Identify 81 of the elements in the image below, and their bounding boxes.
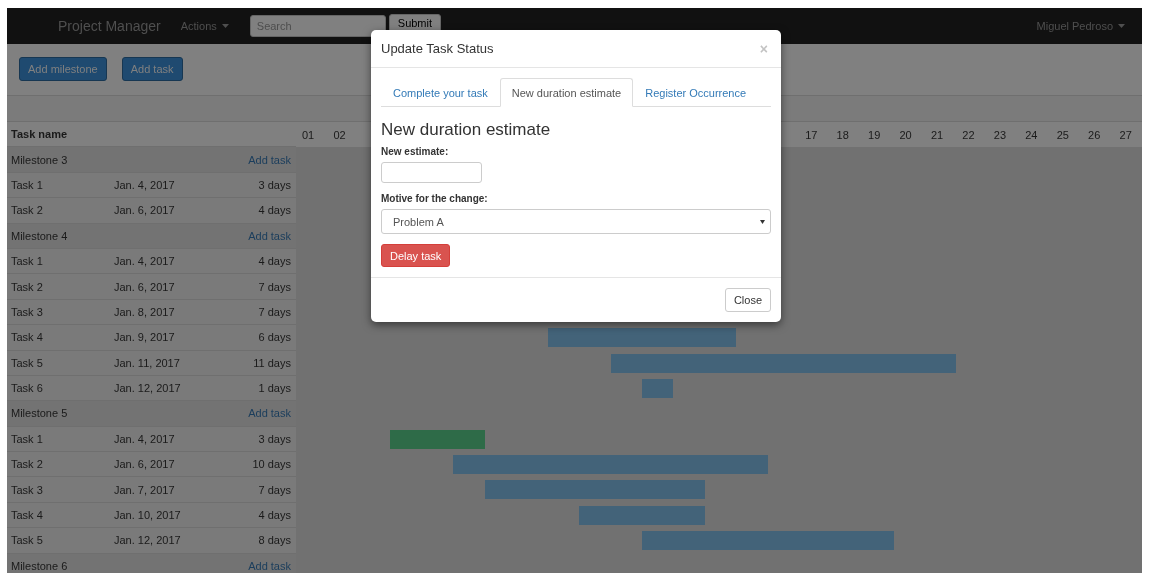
day-label: 27 — [1119, 128, 1132, 141]
task-name: Task 5 — [11, 356, 44, 369]
task-duration: 6 days — [258, 331, 291, 344]
task-date: Jan. 6, 2017 — [114, 204, 176, 217]
task-date: Jan. 11, 2017 — [114, 356, 181, 369]
user-menu[interactable]: Miguel Pedroso — [1036, 20, 1125, 32]
add-task-link[interactable]: Add task — [248, 559, 291, 572]
tab[interactable]: Register Occurrence — [633, 78, 759, 107]
milestone-name: Milestone 4 — [11, 229, 69, 242]
milestone-name: Milestone 3 — [11, 153, 69, 166]
task-date: Jan. 8, 2017 — [114, 305, 176, 318]
section-heading: New duration estimate — [381, 120, 552, 140]
actions-menu[interactable]: Actions — [180, 20, 229, 32]
task-name: Task 6 — [11, 382, 44, 395]
task-name: Task 1 — [11, 255, 44, 268]
tab[interactable]: New duration estimate — [499, 78, 634, 107]
task-name: Task 1 — [11, 432, 44, 445]
task-duration: 10 days — [252, 458, 291, 471]
task-name: Task 1 — [11, 178, 44, 191]
task-name: Task 4 — [11, 509, 44, 522]
task-name: Task 3 — [11, 305, 44, 318]
day-label: 01 — [302, 128, 315, 141]
task-date: Jan. 6, 2017 — [114, 458, 176, 471]
task-duration: 1 days — [258, 382, 291, 395]
task-duration: 4 days — [258, 509, 291, 522]
task-name: Task 2 — [11, 458, 44, 471]
task-name: Task 2 — [11, 280, 44, 293]
toolbar-button[interactable]: Add milestone — [19, 57, 107, 81]
add-task-link[interactable]: Add task — [248, 229, 291, 242]
input-field[interactable] — [381, 162, 482, 183]
day-label: 22 — [962, 128, 975, 141]
task-date: Jan. 7, 2017 — [114, 483, 176, 496]
toolbar-button[interactable]: Add task — [121, 57, 183, 81]
field-label: Motive for the change: — [381, 193, 489, 204]
column-header: Task name — [11, 128, 68, 141]
day-label: 17 — [805, 128, 818, 141]
task-name: Task 2 — [11, 204, 44, 217]
task-name: Task 4 — [11, 331, 44, 344]
caret-icon — [760, 219, 765, 224]
task-duration: 11 days — [253, 356, 291, 369]
milestone-name: Milestone 6 — [11, 559, 69, 572]
day-label: 25 — [1056, 128, 1069, 141]
day-label: 26 — [1088, 128, 1101, 141]
caret-icon — [221, 24, 229, 28]
modal-title: Update Task Status — [381, 41, 494, 56]
task-date: Jan. 12, 2017 — [114, 534, 182, 547]
caret-icon — [1118, 24, 1125, 28]
task-date: Jan. 4, 2017 — [114, 178, 176, 191]
task-date: Jan. 4, 2017 — [114, 432, 176, 445]
day-label: 21 — [930, 128, 944, 141]
day-label: 19 — [868, 128, 881, 141]
brand-title[interactable]: Project Manager — [58, 18, 161, 34]
milestone-name: Milestone 5 — [11, 407, 69, 420]
task-duration: 7 days — [258, 483, 291, 496]
task-duration: 3 days — [258, 432, 291, 445]
task-date: Jan. 4, 2017 — [114, 255, 176, 268]
close-button[interactable]: Close — [724, 288, 771, 312]
task-duration: 3 days — [258, 178, 291, 191]
task-date: Jan. 6, 2017 — [114, 280, 176, 293]
task-date: Jan. 9, 2017 — [114, 331, 176, 344]
field-label: New estimate: — [381, 146, 450, 157]
delay-task-button[interactable]: Delay task — [381, 244, 451, 267]
add-task-link[interactable]: Add task — [248, 407, 291, 420]
task-duration: 4 days — [258, 255, 291, 268]
close-button[interactable]: × — [756, 40, 771, 57]
motive-select[interactable]: Problem A — [381, 209, 771, 234]
task-duration: 4 days — [258, 204, 291, 217]
day-label: 23 — [993, 128, 1007, 141]
task-name: Task 5 — [11, 534, 44, 547]
add-task-link[interactable]: Add task — [248, 153, 291, 166]
task-duration: 7 days — [258, 280, 291, 293]
tab[interactable]: Complete your task — [381, 78, 500, 107]
task-date: Jan. 10, 2017 — [114, 509, 182, 522]
day-label: 02 — [333, 128, 346, 141]
task-duration: 8 days — [258, 534, 291, 547]
task-name: Task 3 — [11, 483, 44, 496]
task-date: Jan. 12, 2017 — [114, 382, 182, 395]
day-label: 20 — [899, 128, 912, 141]
day-label: 18 — [836, 128, 849, 141]
day-label: 24 — [1025, 128, 1038, 141]
task-duration: 7 days — [258, 305, 291, 318]
